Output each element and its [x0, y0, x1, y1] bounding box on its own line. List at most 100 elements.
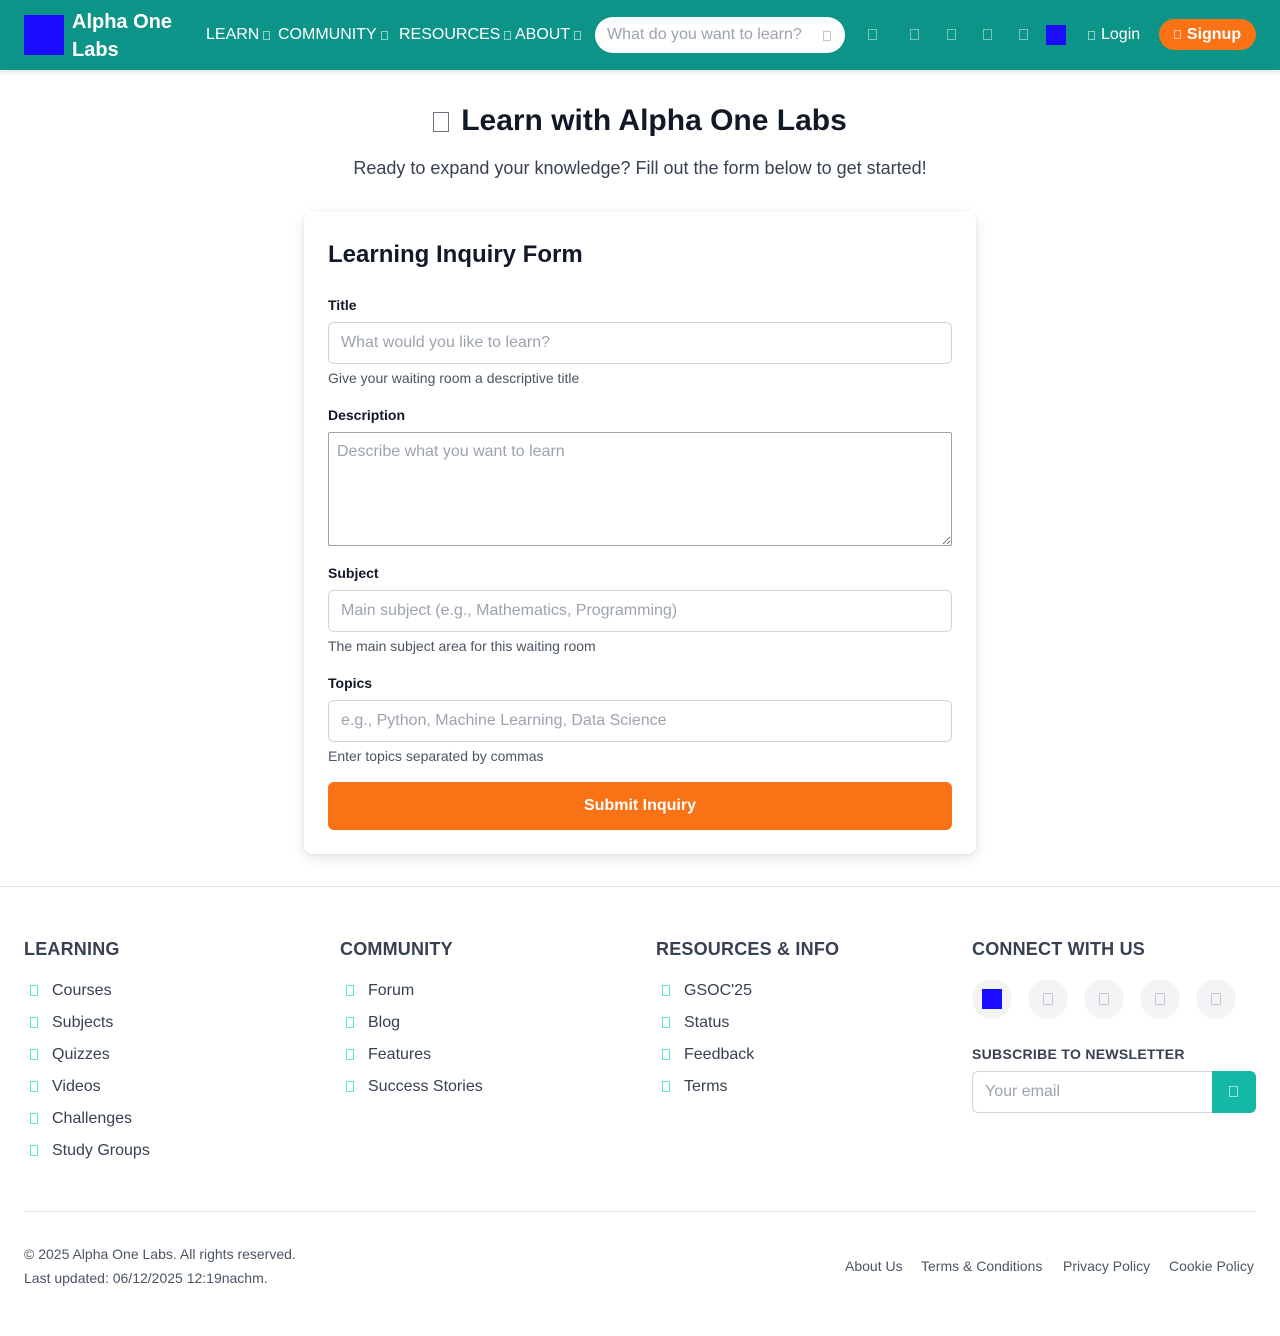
footer-link-label: Status — [684, 1014, 730, 1031]
nav-learn[interactable]: LEARN — [206, 24, 271, 46]
user-plus-icon — [1173, 30, 1181, 39]
footer-connect-heading: CONNECT WITH US — [972, 939, 1145, 959]
code-icon — [662, 985, 670, 996]
nav-community-label: COMMUNITY — [278, 26, 377, 43]
footer-link-gsoc[interactable]: GSOC'25 — [662, 981, 752, 1001]
github-icon[interactable] — [1046, 25, 1066, 45]
nav-community[interactable]: COMMUNITY — [278, 24, 388, 46]
footer-link-label: Courses — [52, 982, 112, 999]
footer-resources-heading: RESOURCES & INFO — [656, 939, 840, 959]
social-discord[interactable] — [1140, 979, 1180, 1019]
title-label: Title — [328, 297, 357, 313]
search-bar — [595, 17, 845, 53]
newsletter-label: SUBSCRIBE TO NEWSLETTER — [972, 1046, 1185, 1062]
trophy-icon — [30, 1113, 38, 1124]
document-icon — [662, 1081, 670, 1092]
search-icon[interactable] — [823, 31, 831, 41]
footer-learning-heading: LEARNING — [24, 939, 120, 959]
chevron-down-icon — [574, 30, 582, 40]
footer-link-label: Features — [368, 1046, 432, 1063]
nav-resources[interactable]: RESOURCES — [399, 24, 512, 46]
newsletter-email-input[interactable] — [972, 1071, 1213, 1113]
footer-community-heading: COMMUNITY — [340, 939, 453, 959]
footer-link-label: Subjects — [52, 1014, 114, 1031]
notification-icon[interactable] — [983, 29, 992, 40]
footer-divider — [0, 886, 1280, 887]
footer-link-challenges[interactable]: Challenges — [30, 1109, 133, 1129]
footer-link-label: Terms — [684, 1078, 728, 1095]
page-subtitle: Ready to expand your knowledge? Fill out… — [353, 158, 927, 178]
subject-label: Subject — [328, 565, 379, 581]
footer-link-success-stories[interactable]: Success Stories — [346, 1077, 483, 1097]
footer-cookie-policy-link[interactable]: Cookie Policy — [1169, 1257, 1254, 1275]
subject-input[interactable] — [328, 590, 952, 632]
signup-label: Signup — [1186, 25, 1242, 43]
footer-link-label: Quizzes — [52, 1046, 110, 1063]
chevron-down-icon — [504, 30, 512, 40]
footer-link-videos[interactable]: Videos — [30, 1077, 101, 1097]
status-icon — [662, 1017, 670, 1028]
language-icon[interactable] — [910, 29, 919, 40]
footer-link-blog[interactable]: Blog — [346, 1013, 401, 1033]
logo-icon[interactable] — [24, 15, 64, 55]
page-title-text: Learn with Alpha One Labs — [461, 104, 847, 137]
footer-privacy-policy-link[interactable]: Privacy Policy — [1063, 1257, 1150, 1275]
nav-learn-label: LEARN — [206, 26, 260, 43]
footer-link-status[interactable]: Status — [662, 1013, 730, 1033]
chevron-down-icon — [380, 30, 388, 40]
title-input[interactable] — [328, 322, 952, 364]
calendar-icon[interactable] — [947, 29, 956, 40]
footer-bottom-divider — [24, 1211, 1256, 1212]
chevron-down-icon — [263, 30, 271, 40]
topics-label: Topics — [328, 675, 373, 691]
youtube-icon — [1211, 993, 1221, 1005]
title-help: Give your waiting room a descriptive tit… — [328, 370, 580, 386]
discord-icon — [1155, 993, 1165, 1005]
footer-about-us-link[interactable]: About Us — [845, 1257, 903, 1275]
footer-link-label: Feedback — [684, 1046, 755, 1063]
footer-link-quizzes[interactable]: Quizzes — [30, 1045, 110, 1065]
submit-inquiry-button[interactable]: Submit Inquiry — [328, 782, 952, 830]
footer-link-subjects[interactable]: Subjects — [30, 1013, 114, 1033]
search-input[interactable] — [607, 26, 807, 44]
theme-toggle-icon[interactable] — [1019, 29, 1028, 40]
footer-link-label: Blog — [368, 1014, 401, 1031]
login-label: Login — [1101, 26, 1141, 43]
description-textarea[interactable] — [328, 432, 952, 546]
book-icon — [30, 985, 38, 996]
footer-link-courses[interactable]: Courses — [30, 981, 112, 1001]
social-youtube[interactable] — [1196, 979, 1236, 1019]
nav-about[interactable]: ABOUT — [515, 24, 582, 46]
linkedin-icon — [1099, 993, 1109, 1005]
newsletter-subscribe-button[interactable] — [1212, 1071, 1256, 1113]
signup-button[interactable]: Signup — [1159, 19, 1256, 50]
footer-link-forum[interactable]: Forum — [346, 981, 414, 1001]
brand-name[interactable]: Alpha One Labs — [72, 8, 192, 64]
footer-link-label: Videos — [52, 1078, 101, 1095]
footer-link-label: Challenges — [52, 1110, 133, 1127]
blog-icon — [346, 1017, 354, 1028]
social-twitter[interactable] — [1028, 979, 1068, 1019]
social-linkedin[interactable] — [1084, 979, 1124, 1019]
footer-link-feedback[interactable]: Feedback — [662, 1045, 755, 1065]
paper-plane-icon — [1229, 1086, 1238, 1097]
social-github[interactable] — [972, 979, 1012, 1019]
login-link[interactable]: Login — [1088, 24, 1140, 46]
footer-link-label: GSOC'25 — [684, 982, 752, 999]
footer-link-terms[interactable]: Terms — [662, 1077, 728, 1097]
copyright-text: © 2025 Alpha One Labs. All rights reserv… — [24, 1246, 296, 1262]
footer-link-study-groups[interactable]: Study Groups — [30, 1141, 150, 1161]
users-icon — [30, 1145, 38, 1156]
subject-help: The main subject area for this waiting r… — [328, 638, 596, 654]
github-icon — [982, 989, 1002, 1009]
twitter-icon — [1043, 993, 1053, 1005]
nav-about-label: ABOUT — [515, 26, 571, 43]
footer-terms-conditions-link[interactable]: Terms & Conditions — [921, 1257, 1042, 1275]
list-icon — [30, 1017, 38, 1028]
cart-icon[interactable] — [868, 29, 877, 40]
star-icon — [346, 1049, 354, 1060]
footer-link-features[interactable]: Features — [346, 1045, 432, 1065]
footer-link-label: Study Groups — [52, 1142, 150, 1159]
form-title: Learning Inquiry Form — [328, 241, 583, 268]
topics-input[interactable] — [328, 700, 952, 742]
